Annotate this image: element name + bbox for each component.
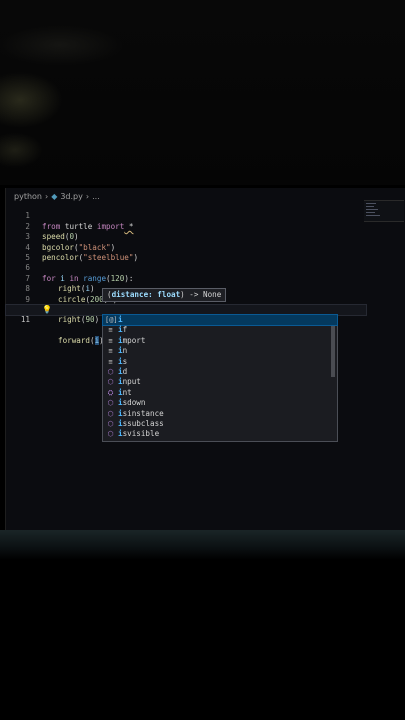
suggestion-label: import bbox=[118, 336, 145, 345]
suggestion-label: if bbox=[118, 325, 127, 334]
suggestion-item[interactable]: ⬡ input bbox=[103, 377, 337, 387]
code-line[interactable]: 3 bgcolor("black") bbox=[6, 222, 366, 251]
suggestion-item[interactable]: ⬡ id bbox=[103, 367, 337, 377]
suggestion-item[interactable]: [@]i bbox=[102, 313, 338, 327]
cube-icon: ⬡ bbox=[107, 419, 114, 428]
keyword-icon: ≡ bbox=[108, 336, 113, 345]
function-token: right bbox=[58, 315, 81, 325]
suggestion-rest: sinstance bbox=[122, 408, 164, 418]
suggestion-item[interactable]: ⬡ isdown bbox=[103, 398, 337, 408]
suggestion-label: isinstance bbox=[118, 409, 164, 418]
blurred-video-background bbox=[0, 0, 405, 185]
suggestion-rest: s bbox=[122, 356, 128, 366]
breadcrumb-file[interactable]: 3d.py bbox=[60, 192, 83, 201]
suggestion-rest: sdown bbox=[122, 398, 146, 408]
suggestion-label: input bbox=[118, 377, 141, 386]
suggestion-label: isdown bbox=[118, 398, 145, 407]
suggestion-item[interactable]: ⬡ isinstance bbox=[103, 409, 337, 419]
suggestion-rest: n bbox=[122, 346, 128, 356]
suggestion-label: in bbox=[118, 346, 127, 355]
suggestion-item[interactable]: ⛭ int bbox=[103, 388, 337, 398]
code-line[interactable]: 6 for i in range(120): bbox=[6, 253, 366, 282]
code-line[interactable]: 1 from turtle import * bbox=[6, 201, 366, 230]
number-token: 90 bbox=[85, 315, 95, 325]
variable-icon: [@] bbox=[105, 316, 118, 324]
autocomplete-list[interactable]: [@]i ≡ if ≡ import ≡ in ≡ is ⬡ id ⬡ input ⛭ int ⬡ isdown… bbox=[102, 313, 338, 442]
cube-icon: ⬡ bbox=[107, 399, 114, 408]
suggestion-item[interactable]: ≡ is bbox=[103, 357, 337, 367]
suggestion-label: int bbox=[118, 388, 132, 397]
cube-icon: ⬡ bbox=[107, 367, 114, 376]
keyword-icon: ≡ bbox=[108, 326, 113, 335]
code-line[interactable]: 4 pencolor("steelblue") bbox=[6, 232, 366, 262]
code-editor[interactable]: python › ◆ 3d.py › ... 1 from turtle imp… bbox=[5, 188, 405, 533]
suggestion-label: isvisible bbox=[118, 429, 159, 438]
suggestion-rest: nput bbox=[122, 377, 141, 387]
function-token: forward bbox=[58, 336, 91, 346]
suggestion-item[interactable]: ≡ import bbox=[103, 336, 337, 346]
paren-token: ( bbox=[90, 336, 95, 346]
lightbulb-icon[interactable]: 💡 bbox=[42, 305, 52, 315]
cube-icon: ⬡ bbox=[107, 430, 114, 439]
class-icon: ⛭ bbox=[107, 388, 114, 397]
cube-icon: ⬡ bbox=[107, 378, 114, 387]
suggestion-rest: d bbox=[122, 366, 128, 376]
paren-token: ) bbox=[94, 315, 100, 325]
suggestion-rest: ssubclass bbox=[122, 418, 164, 428]
keyword-icon: ≡ bbox=[108, 347, 113, 356]
chevron-right-icon: › bbox=[44, 191, 49, 201]
code-line[interactable]: 2 speed(0) bbox=[6, 211, 366, 241]
suggestion-match: i bbox=[118, 315, 123, 324]
code-line[interactable]: 8 circle(200,i) bbox=[6, 274, 366, 303]
suggestion-label: issubclass bbox=[118, 419, 164, 428]
signature-help-tooltip: (distance: float) -> None bbox=[102, 288, 227, 302]
bottom-gradient-strip bbox=[0, 530, 405, 560]
suggestion-rest: svisible bbox=[122, 429, 160, 439]
suggestion-label: i bbox=[118, 315, 123, 324]
chevron-right-icon: › bbox=[85, 191, 90, 201]
suggestion-rest: mport bbox=[122, 335, 146, 345]
suggestion-item[interactable]: ⬡ isvisible bbox=[103, 429, 337, 439]
breadcrumb-more[interactable]: ... bbox=[92, 192, 100, 201]
suggestion-item[interactable]: ≡ if bbox=[103, 325, 337, 335]
python-file-icon: ◆ bbox=[51, 191, 58, 201]
suggestion-item[interactable]: ≡ in bbox=[103, 346, 337, 356]
code-line[interactable]: 7 right(i) bbox=[6, 263, 366, 293]
suggestion-rest: nt bbox=[122, 387, 132, 397]
suggestion-label: id bbox=[118, 367, 127, 376]
suggestion-label: is bbox=[118, 357, 127, 366]
suggestion-item[interactable]: ⬡ issubclass bbox=[103, 419, 337, 429]
minimap[interactable] bbox=[364, 200, 404, 222]
signature-param: distance: float bbox=[111, 290, 181, 299]
cube-icon: ⬡ bbox=[107, 409, 114, 418]
signature-return: ) -> None bbox=[180, 290, 222, 299]
code-line[interactable]: 5 bbox=[6, 243, 366, 262]
suggestion-rest: f bbox=[122, 325, 128, 335]
line-number: 11 bbox=[20, 315, 30, 325]
breadcrumb-folder[interactable]: python bbox=[14, 192, 42, 201]
keyword-icon: ≡ bbox=[108, 357, 113, 366]
